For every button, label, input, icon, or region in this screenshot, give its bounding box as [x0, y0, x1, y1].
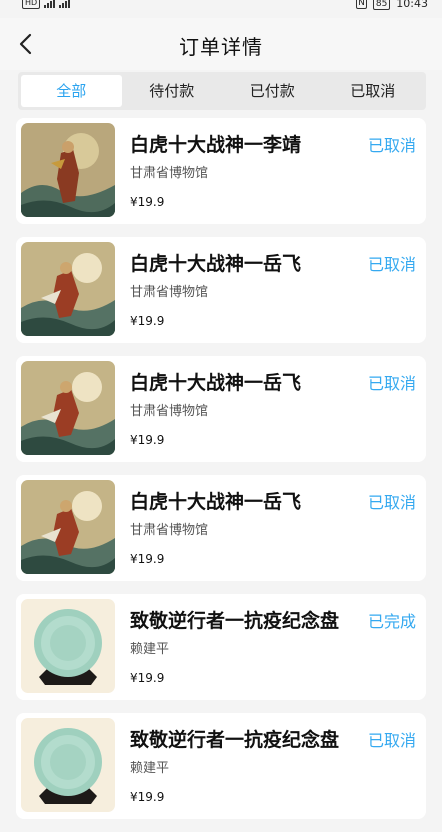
tab-cancelled[interactable]: 已取消	[323, 75, 424, 107]
celadon-plate-image	[21, 718, 115, 812]
product-name: 白虎十大战神一岳飞	[130, 253, 302, 275]
product-name: 白虎十大战神一岳飞	[130, 491, 302, 513]
order-status: 已取消	[367, 493, 416, 512]
product-venue: 赖建平	[130, 642, 170, 657]
product-name: 致敬逆行者一抗疫纪念盘	[130, 610, 340, 632]
product-price: ¥19.9	[130, 433, 165, 447]
order-status: 已取消	[367, 255, 416, 274]
nfc-icon: N	[356, 0, 367, 9]
order-card[interactable]: 白虎十大战神一岳飞 甘肃省博物馆 ¥19.9 已取消	[16, 237, 426, 343]
signal-icon-2	[59, 0, 71, 8]
status-left: HD	[22, 0, 71, 9]
product-price: ¥19.9	[130, 314, 165, 328]
status-time: 10:43	[396, 0, 428, 10]
warrior-painting-image	[21, 480, 115, 574]
product-price: ¥19.9	[130, 790, 165, 804]
order-card[interactable]: 白虎十大战神一岳飞 甘肃省博物馆 ¥19.9 已取消	[16, 356, 426, 462]
product-venue: 甘肃省博物馆	[130, 404, 209, 419]
order-status: 已完成	[367, 612, 416, 631]
signal-icon	[44, 0, 56, 8]
battery-icon: 85	[372, 0, 391, 10]
warrior-painting-image	[21, 361, 115, 455]
status-right: N 85 10:43	[356, 0, 428, 10]
order-status: 已取消	[367, 136, 416, 155]
order-status: 已取消	[367, 731, 416, 750]
order-status: 已取消	[367, 374, 416, 393]
product-venue: 甘肃省博物馆	[130, 523, 209, 538]
celadon-plate-image	[21, 599, 115, 693]
product-name: 白虎十大战神一李靖	[130, 134, 302, 156]
product-price: ¥19.9	[130, 195, 165, 209]
product-price: ¥19.9	[130, 671, 165, 685]
hd-badge: HD	[22, 0, 41, 9]
tab-paid[interactable]: 已付款	[222, 75, 323, 107]
product-venue: 甘肃省博物馆	[130, 285, 209, 300]
tab-all[interactable]: 全部	[21, 75, 122, 107]
tab-bar: 全部 待付款 已付款 已取消	[18, 72, 426, 110]
warrior-painting-image	[21, 123, 115, 217]
order-card[interactable]: 致敬逆行者一抗疫纪念盘 赖建平 ¥19.9 已取消	[16, 713, 426, 819]
page-title: 订单详情	[179, 35, 263, 59]
order-card[interactable]: 白虎十大战神一岳飞 甘肃省博物馆 ¥19.9 已取消	[16, 475, 426, 581]
order-card[interactable]: 致敬逆行者一抗疫纪念盘 赖建平 ¥19.9 已完成	[16, 594, 426, 700]
product-venue: 甘肃省博物馆	[130, 166, 209, 181]
order-card[interactable]: 白虎十大战神一李靖 甘肃省博物馆 ¥19.9 已取消	[16, 118, 426, 224]
tab-pending-payment[interactable]: 待付款	[122, 75, 223, 107]
product-venue: 赖建平	[130, 761, 170, 776]
order-list: 白虎十大战神一李靖 甘肃省博物馆 ¥19.9 已取消 白虎十大战神一岳飞 甘肃省…	[16, 118, 426, 832]
status-bar: HD N 85 10:43	[0, 0, 442, 14]
warrior-painting-image	[21, 242, 115, 336]
product-name: 白虎十大战神一岳飞	[130, 372, 302, 394]
header: 订单详情	[0, 18, 442, 70]
product-price: ¥19.9	[130, 552, 165, 566]
product-name: 致敬逆行者一抗疫纪念盘	[130, 729, 340, 751]
